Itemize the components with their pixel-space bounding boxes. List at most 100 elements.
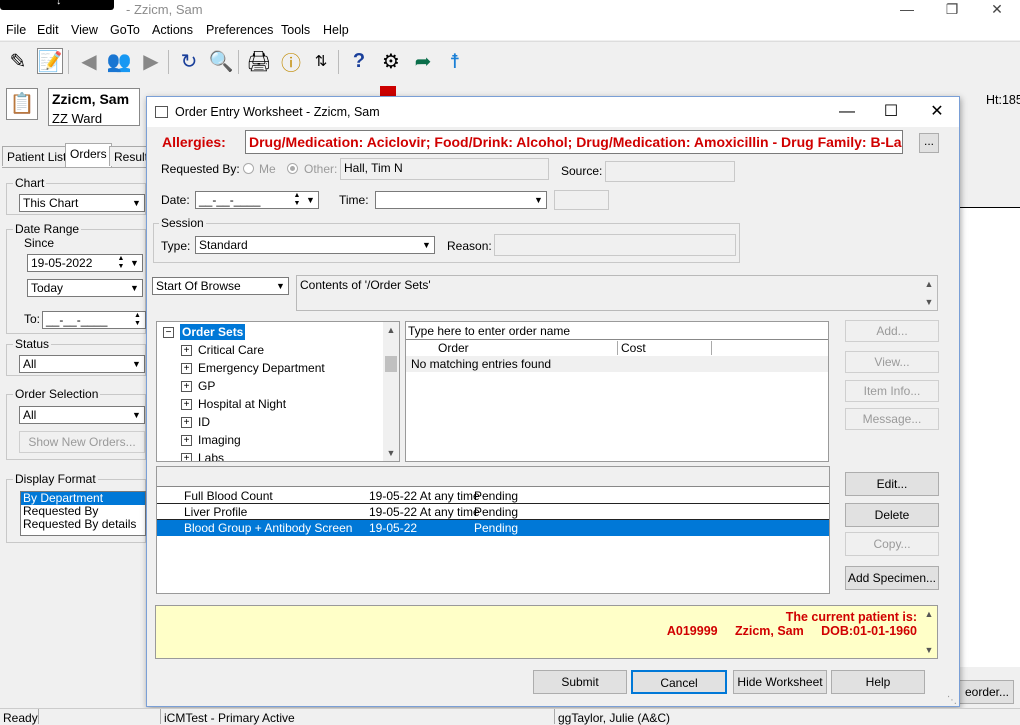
back-arrow-icon[interactable]: ◀ bbox=[76, 48, 102, 74]
tab-results[interactable]: Results bbox=[109, 146, 147, 166]
chevron-down-icon[interactable]: ▼ bbox=[127, 255, 142, 271]
maximize-icon[interactable]: ☐ bbox=[871, 102, 911, 122]
menu-preferences[interactable]: Preferences bbox=[206, 23, 273, 37]
resize-grip-icon[interactable]: ⋱ bbox=[947, 695, 957, 706]
hide-worksheet-button[interactable]: Hide Worksheet bbox=[733, 670, 827, 694]
scroll-up-icon[interactable]: ▲ bbox=[921, 276, 937, 292]
column-header-cost[interactable]: Cost bbox=[618, 341, 712, 355]
spin-icon[interactable]: ▲ ▼ bbox=[130, 312, 145, 328]
patient-panel-scrollbar[interactable]: ▲ ▼ bbox=[921, 606, 937, 658]
expand-icon[interactable]: + bbox=[181, 345, 192, 357]
expand-icon[interactable]: + bbox=[181, 417, 192, 429]
close-icon[interactable]: ✕ bbox=[982, 0, 1012, 20]
order-selection-select[interactable]: All ▼ bbox=[19, 406, 145, 424]
scroll-up-icon[interactable]: ▲ bbox=[921, 606, 937, 622]
edit-button[interactable]: Edit... bbox=[845, 472, 939, 496]
collapse-icon[interactable]: − bbox=[163, 327, 174, 339]
view-button[interactable]: View... bbox=[845, 351, 939, 373]
internet-explorer-icon[interactable]: ☨ bbox=[442, 48, 468, 74]
scroll-down-icon[interactable]: ▼ bbox=[383, 445, 399, 461]
allergies-more-button[interactable]: ... bbox=[919, 133, 939, 153]
minimize-icon[interactable]: — bbox=[827, 102, 867, 122]
contents-scrollbar[interactable]: ▲ ▼ bbox=[921, 276, 937, 310]
display-format-list[interactable]: By Department Requested By Requested By … bbox=[20, 491, 146, 536]
cancel-button[interactable]: Cancel bbox=[631, 670, 727, 694]
tree-root[interactable]: − Order Sets bbox=[163, 324, 246, 343]
list-item[interactable]: Requested By details bbox=[21, 518, 145, 531]
order-search-input[interactable]: Type here to enter order name bbox=[408, 324, 826, 338]
spin-icon[interactable]: ▲ ▼ bbox=[291, 192, 303, 208]
scroll-down-icon[interactable]: ▼ bbox=[921, 294, 937, 310]
tree-item-critical-care[interactable]: + Critical Care bbox=[181, 343, 264, 361]
scroll-down-icon[interactable]: ▼ bbox=[921, 642, 937, 658]
time-select[interactable]: ▼ bbox=[375, 191, 547, 209]
table-row-selected[interactable]: Blood Group + Antibody Screen 19-05-22 P… bbox=[157, 520, 829, 536]
tree-item-gp[interactable]: + GP bbox=[181, 379, 215, 397]
spin-icon[interactable]: ▲ ▼ bbox=[115, 255, 127, 271]
table-row[interactable]: Full Blood Count 19-05-22 At any time Pe… bbox=[157, 488, 829, 504]
menu-goto[interactable]: GoTo bbox=[110, 23, 140, 37]
table-row[interactable]: Liver Profile 19-05-22 At any time Pendi… bbox=[157, 504, 829, 520]
browse-select[interactable]: Start Of Browse ▼ bbox=[152, 277, 289, 295]
tree-item-emergency[interactable]: + Emergency Department bbox=[181, 361, 325, 379]
people-icon[interactable]: 👥 bbox=[106, 48, 132, 74]
orders-icon[interactable]: 📝 bbox=[37, 48, 63, 74]
find-icon[interactable]: 🔍 bbox=[208, 48, 234, 74]
tree-item-labs[interactable]: + Labs bbox=[181, 451, 224, 461]
help-button[interactable]: Help bbox=[831, 670, 925, 694]
to-date-field[interactable]: __-__-____ ▲ ▼ bbox=[42, 311, 146, 329]
sort-icon[interactable]: ⇅ bbox=[308, 48, 334, 74]
tree-scrollbar[interactable]: ▲ ▼ bbox=[383, 322, 399, 461]
close-icon[interactable]: ✕ bbox=[917, 102, 957, 122]
expand-icon[interactable]: + bbox=[181, 381, 192, 393]
copy-button[interactable]: Copy... bbox=[845, 532, 939, 556]
print-icon[interactable]: 🖨 bbox=[246, 48, 272, 74]
add-specimen-button[interactable]: Add Specimen... bbox=[845, 566, 939, 590]
session-type-select[interactable]: Standard ▼ bbox=[195, 236, 435, 254]
expand-icon[interactable]: + bbox=[181, 453, 192, 461]
tab-orders[interactable]: Orders bbox=[65, 143, 112, 167]
expand-icon[interactable]: + bbox=[181, 399, 192, 411]
tree-item-hospital-at-night[interactable]: + Hospital at Night bbox=[181, 397, 286, 415]
info-icon[interactable]: ⓘ bbox=[278, 48, 304, 75]
since-date-field[interactable]: 19-05-2022 ▲ ▼ ▼ bbox=[27, 254, 143, 272]
since-preset-select[interactable]: Today ▼ bbox=[27, 279, 143, 297]
submit-button[interactable]: Submit bbox=[533, 670, 627, 694]
menu-actions[interactable]: Actions bbox=[152, 23, 193, 37]
patient-list-icon[interactable]: ✎ bbox=[5, 48, 31, 74]
minimize-icon[interactable]: — bbox=[892, 0, 922, 20]
expand-icon[interactable]: + bbox=[181, 363, 192, 375]
chart-select[interactable]: This Chart ▼ bbox=[19, 194, 145, 212]
chevron-down-icon[interactable]: ▼ bbox=[303, 192, 318, 208]
menu-file[interactable]: File bbox=[6, 23, 26, 37]
reorder-button[interactable]: eorder... bbox=[958, 680, 1014, 704]
date-field[interactable]: __-__-____ ▲ ▼ ▼ bbox=[195, 191, 319, 209]
exit-icon[interactable]: ➦ bbox=[410, 48, 436, 74]
help-icon[interactable]: ? bbox=[346, 48, 372, 74]
column-header-order[interactable]: Order bbox=[406, 341, 618, 355]
message-button[interactable]: Message... bbox=[845, 408, 939, 430]
menu-tools[interactable]: Tools bbox=[281, 23, 310, 37]
restore-icon[interactable]: ❐ bbox=[937, 0, 967, 20]
refresh-icon[interactable]: ↻ bbox=[176, 48, 202, 74]
show-new-orders-button[interactable]: Show New Orders... bbox=[19, 431, 145, 453]
scroll-thumb[interactable] bbox=[385, 356, 397, 372]
menu-edit[interactable]: Edit bbox=[37, 23, 59, 37]
tree-item-imaging[interactable]: + Imaging bbox=[181, 433, 241, 451]
status-select[interactable]: All ▼ bbox=[19, 355, 145, 373]
scroll-up-icon[interactable]: ▲ bbox=[383, 322, 399, 338]
menu-view[interactable]: View bbox=[71, 23, 98, 37]
patient-clipboard-icon[interactable]: 📋 bbox=[6, 88, 38, 120]
menu-help[interactable]: Help bbox=[323, 23, 349, 37]
tab-patient-list[interactable]: Patient List bbox=[2, 146, 72, 166]
expand-icon[interactable]: + bbox=[181, 435, 192, 447]
order-sets-tree[interactable]: − Order Sets + Critical Care + Emergency De… bbox=[156, 321, 400, 462]
forward-arrow-icon[interactable]: ▶ bbox=[138, 48, 164, 74]
other-radio[interactable] bbox=[287, 163, 298, 174]
tree-item-id[interactable]: + ID bbox=[181, 415, 210, 433]
item-info-button[interactable]: Item Info... bbox=[845, 380, 939, 402]
me-radio[interactable] bbox=[243, 163, 254, 174]
add-button[interactable]: Add... bbox=[845, 320, 939, 342]
delete-button[interactable]: Delete bbox=[845, 503, 939, 527]
tools-icon[interactable]: ⚙ bbox=[378, 48, 404, 74]
